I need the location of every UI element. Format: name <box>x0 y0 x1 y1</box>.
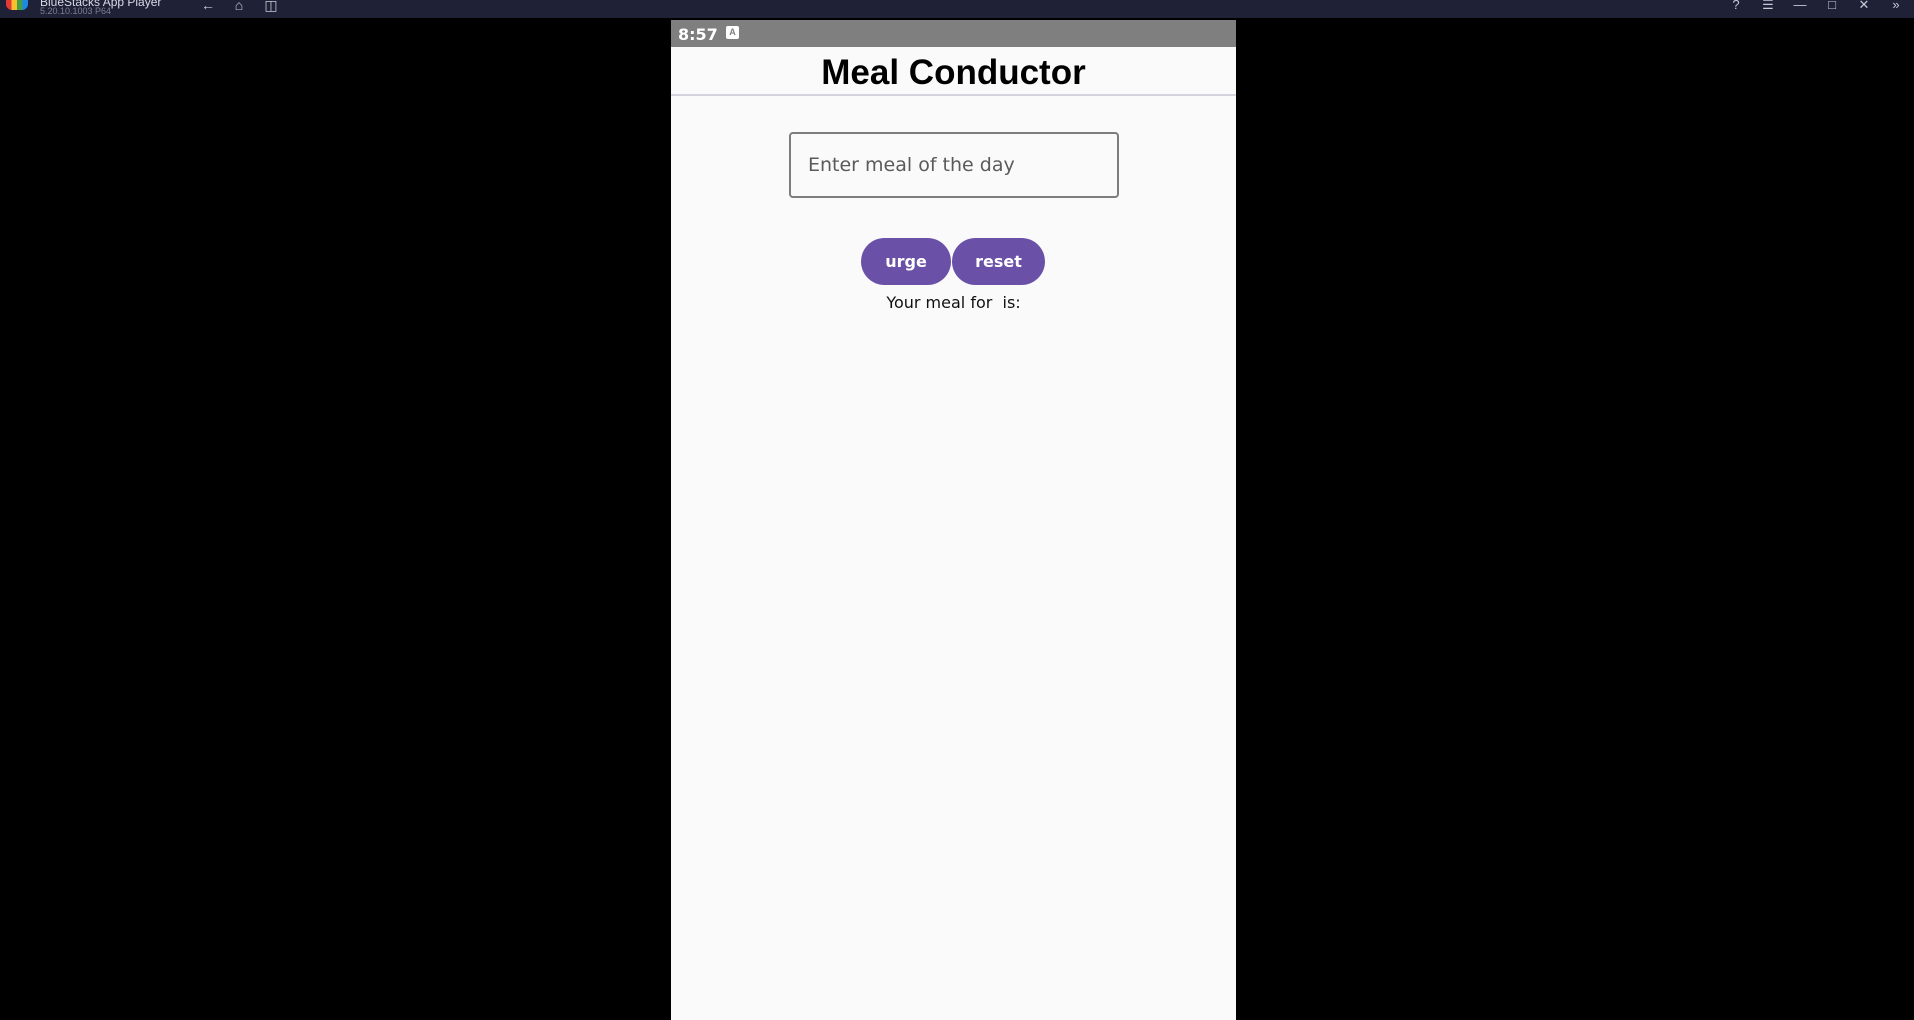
close-icon[interactable]: ✕ <box>1855 0 1873 14</box>
title-divider <box>671 94 1236 96</box>
bluestacks-logo-icon <box>6 0 28 10</box>
android-screen: 8:57 A Meal Conductor urge reset Your me… <box>671 20 1236 1020</box>
help-icon[interactable]: ? <box>1727 0 1745 14</box>
status-bar: 8:57 A <box>671 20 1236 47</box>
meal-result-text: Your meal for is: <box>886 293 1021 312</box>
app-title: Meal Conductor <box>821 53 1086 92</box>
meal-input[interactable] <box>789 132 1119 198</box>
urge-button[interactable]: urge <box>861 238 951 285</box>
home-icon[interactable]: ⌂ <box>231 0 247 14</box>
maximize-icon[interactable]: □ <box>1823 0 1841 14</box>
status-time: 8:57 <box>678 25 718 44</box>
notification-icon: A <box>726 26 739 39</box>
menu-icon[interactable]: ☰ <box>1759 0 1777 14</box>
back-icon[interactable]: ← <box>200 0 216 14</box>
emulator-version: 5.20.10.1003 P64 <box>40 6 112 16</box>
minimize-icon[interactable]: — <box>1791 0 1809 14</box>
reset-button[interactable]: reset <box>952 238 1045 285</box>
sidebar-toggle-icon[interactable]: » <box>1887 0 1905 14</box>
recent-apps-icon[interactable]: ◫ <box>263 0 279 14</box>
emulator-title-bar: BlueStacks App Player 5.20.10.1003 P64 ←… <box>0 0 1914 18</box>
